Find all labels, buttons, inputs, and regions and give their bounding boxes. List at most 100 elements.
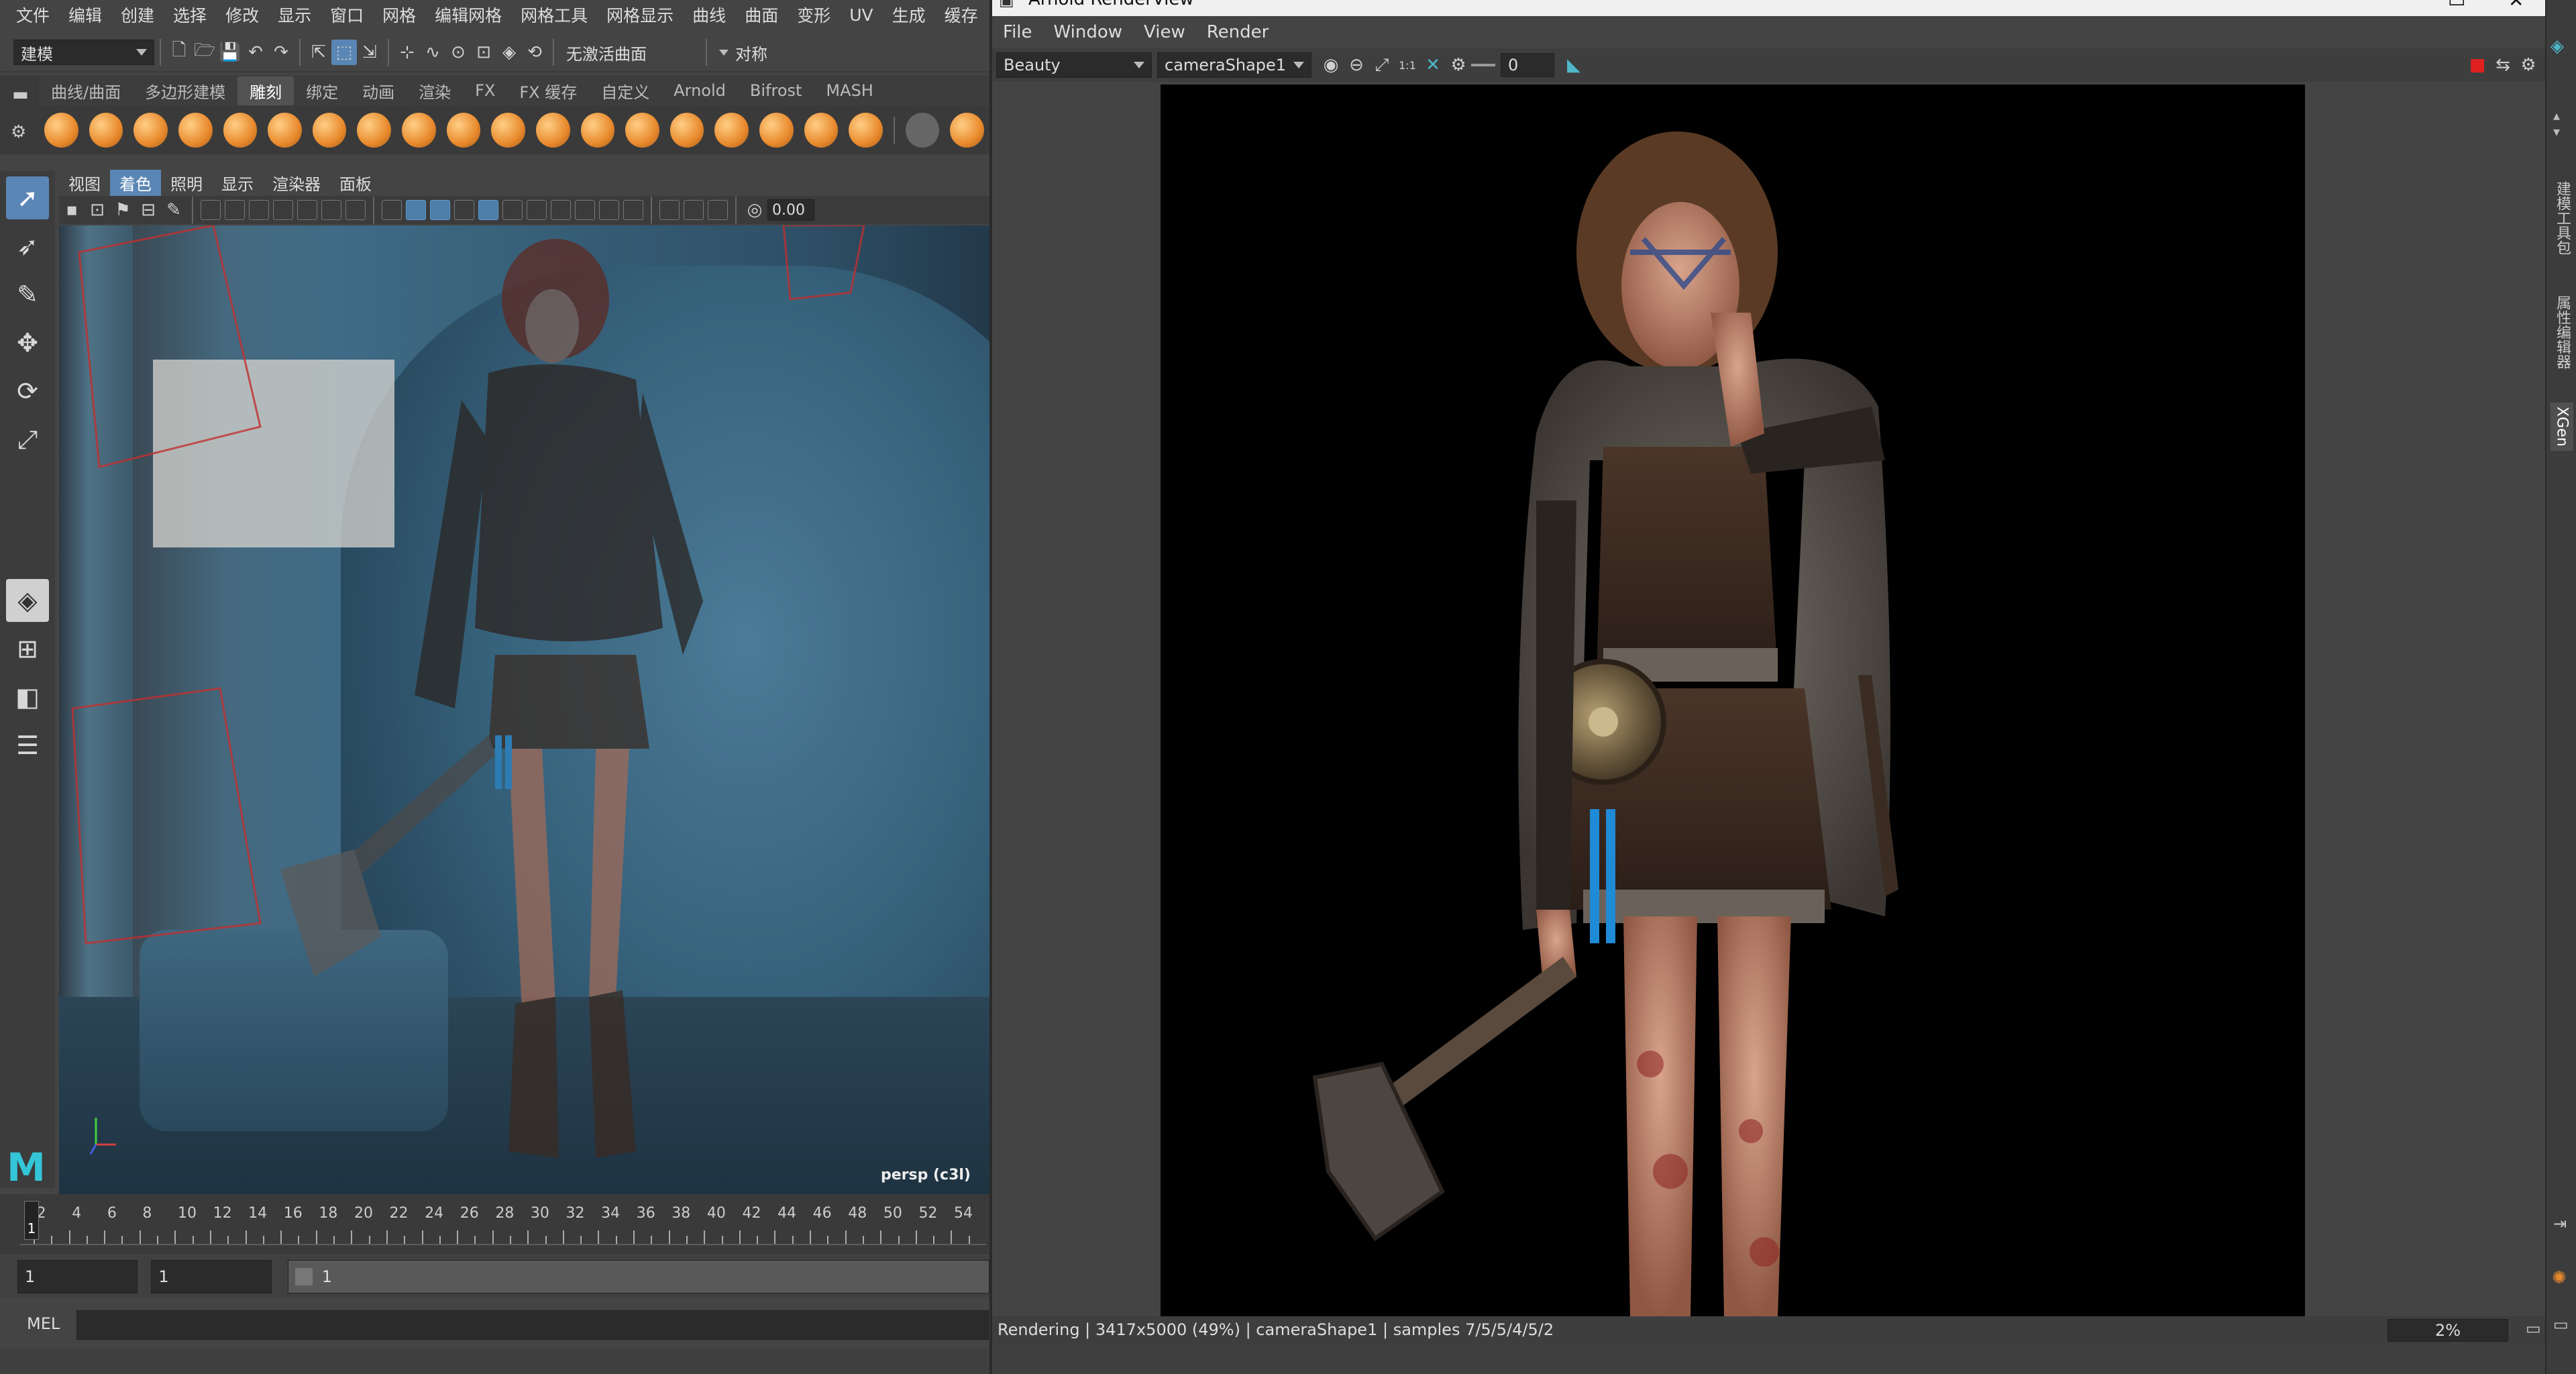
gate-mask-icon[interactable] xyxy=(273,200,293,220)
current-frame-marker[interactable]: 1 xyxy=(24,1201,39,1240)
range-slider-bar[interactable]: 1 xyxy=(287,1260,989,1293)
isolate-select-icon[interactable] xyxy=(659,200,680,220)
shelf-tab-10[interactable]: Bifrost xyxy=(738,78,814,103)
menu-item-5[interactable]: 显示 xyxy=(268,3,321,27)
camera-combo[interactable]: cameraShape1 xyxy=(1157,52,1311,78)
lasso-tool-icon[interactable]: ➶ xyxy=(6,225,49,268)
time-ruler[interactable]: 2 4 6 8 10 12 14 16 18 20 22 24 26 28 30 32 34 36 38 40 42 44… xyxy=(20,1204,986,1245)
snap-grid-icon[interactable]: ⊹ xyxy=(394,40,420,65)
field-chart-icon[interactable] xyxy=(297,200,317,220)
menu-item-15[interactable]: 生成 xyxy=(883,3,935,27)
move-tool-icon[interactable]: ✥ xyxy=(6,321,49,364)
perspective-viewport[interactable]: persp (c3l) xyxy=(59,225,989,1194)
render-region-icon[interactable]: ◉ xyxy=(1318,52,1344,78)
select-hierarchy-icon[interactable]: ⇱ xyxy=(306,40,331,65)
shelf-tab-7[interactable]: FX 缓存 xyxy=(507,76,589,105)
renderview-menu-item-3[interactable]: Render xyxy=(1196,22,1280,42)
film-gate-icon[interactable] xyxy=(225,200,245,220)
menu-item-8[interactable]: 编辑网格 xyxy=(425,3,511,27)
snap-curve-icon[interactable]: ∿ xyxy=(420,40,445,65)
panel-menu-item-4[interactable]: 渲染器 xyxy=(263,170,330,196)
safe-title-icon[interactable] xyxy=(345,200,366,220)
aov-combo[interactable]: Beauty xyxy=(996,52,1152,78)
color-picker-icon[interactable]: ◣ xyxy=(1561,52,1587,78)
dock-expand-icon[interactable]: ⇥ xyxy=(2553,1214,2567,1233)
zoom-field[interactable]: 2% xyxy=(2387,1319,2508,1342)
exposure-icon[interactable]: ◎ xyxy=(742,197,767,223)
shelf-tab-9[interactable]: Arnold xyxy=(661,78,738,103)
dock-top-icon[interactable]: ◈ xyxy=(2551,36,2564,56)
renderview-menu-item-2[interactable]: View xyxy=(1133,22,1196,42)
wax-tool-icon[interactable] xyxy=(491,113,525,148)
two-view-layout-icon[interactable]: ◧ xyxy=(6,676,49,719)
menu-item-3[interactable]: 选择 xyxy=(164,3,216,27)
stop-render-icon[interactable]: ■ xyxy=(2465,52,2490,78)
menu-item-12[interactable]: 曲面 xyxy=(735,3,788,27)
exposure-gear-icon[interactable]: ⚙ xyxy=(1446,52,1471,78)
menu-item-13[interactable]: 变形 xyxy=(788,3,840,27)
real-size-icon[interactable]: 1:1 xyxy=(1395,52,1420,78)
menu-item-6[interactable]: 窗口 xyxy=(321,3,373,27)
image-plane-icon[interactable]: ⊟ xyxy=(136,197,161,223)
knife-tool-icon[interactable] xyxy=(625,113,659,148)
shelf-tab-11[interactable]: MASH xyxy=(814,78,885,103)
shelf-tab-8[interactable]: 自定义 xyxy=(589,76,661,105)
shelf-tab-6[interactable]: FX xyxy=(463,78,507,103)
snap-surface-icon[interactable]: ◈ xyxy=(496,40,522,65)
xray-icon[interactable] xyxy=(527,200,547,220)
default-lighting-icon[interactable] xyxy=(430,200,450,220)
ambient-occlusion-icon[interactable] xyxy=(551,200,571,220)
select-component-icon[interactable]: ⇲ xyxy=(357,40,382,65)
chevron-down-icon[interactable] xyxy=(719,49,729,56)
sculpt-options-icon[interactable] xyxy=(905,113,940,148)
menu-item-4[interactable]: 修改 xyxy=(216,3,268,27)
settings-icon[interactable]: ⚙ xyxy=(2516,52,2541,78)
camera-icon[interactable]: ▪ xyxy=(59,197,85,223)
depth-of-field-icon[interactable] xyxy=(623,200,643,220)
dock-tab-attribute-editor[interactable]: 属性编辑器 xyxy=(2551,295,2573,369)
panel-menu-item-1[interactable]: 着色 xyxy=(110,169,161,196)
paint-select-tool-icon[interactable]: ✎ xyxy=(6,273,49,316)
spray-tool-icon[interactable] xyxy=(357,113,391,148)
exposure-slider[interactable] xyxy=(1471,64,1495,66)
panel-menu-item-0[interactable]: 视图 xyxy=(59,170,110,196)
two-d-pan-icon[interactable]: ✎ xyxy=(161,197,186,223)
dock-bottom-icon[interactable]: ✺ xyxy=(2552,1268,2567,1288)
fit-view-icon[interactable]: ⤢ xyxy=(1369,52,1395,78)
render-image-area[interactable] xyxy=(992,82,2548,1316)
scale-tool-icon[interactable]: ⤢ xyxy=(6,418,49,461)
sculpt-tool-icon[interactable] xyxy=(44,113,78,148)
start-frame-field[interactable]: 1 xyxy=(17,1260,138,1293)
shelf-tab-1[interactable]: 多边形建模 xyxy=(133,76,237,105)
mask-tool-icon[interactable] xyxy=(950,113,985,148)
renderview-menu-item-0[interactable]: File xyxy=(992,22,1043,42)
dock-tab-xgen[interactable]: XGen xyxy=(2551,403,2573,451)
open-scene-icon[interactable]: 🗁 xyxy=(192,40,217,65)
camera-attributes-icon[interactable]: ⊡ xyxy=(85,197,110,223)
bookmark-icon[interactable]: ⚑ xyxy=(110,197,136,223)
smear-tool-icon[interactable] xyxy=(669,113,704,148)
erase-tool-icon[interactable] xyxy=(849,113,883,148)
smooth-shade-icon[interactable] xyxy=(406,200,426,220)
menu-item-2[interactable]: 创建 xyxy=(111,3,164,27)
renderview-menu-item-1[interactable]: Window xyxy=(1043,22,1134,42)
panel-menu-item-5[interactable]: 面板 xyxy=(330,170,381,196)
imprint-tool-icon[interactable] xyxy=(446,113,481,148)
dock-scroll-icon[interactable]: ▴ ▾ xyxy=(2553,107,2560,140)
flatten-tool-icon[interactable] xyxy=(268,113,302,148)
exposure-field[interactable]: 0.00 xyxy=(767,199,814,221)
statusbar-menu-icon[interactable]: ▭ xyxy=(2526,1319,2541,1338)
crop-icon[interactable]: ✕ xyxy=(1420,52,1446,78)
range-handle[interactable] xyxy=(294,1268,313,1285)
freeze-tool-icon[interactable] xyxy=(804,113,839,148)
wireframe-icon[interactable] xyxy=(382,200,402,220)
scrape-tool-icon[interactable] xyxy=(535,113,570,148)
motion-blur-icon[interactable] xyxy=(575,200,595,220)
shelf-tab-3[interactable]: 绑定 xyxy=(294,76,350,105)
resolution-gate-icon[interactable] xyxy=(249,200,269,220)
bulge-tool-icon[interactable] xyxy=(714,113,749,148)
menu-item-0[interactable]: 文件 xyxy=(7,3,59,27)
safe-action-icon[interactable] xyxy=(321,200,341,220)
shadows-icon[interactable] xyxy=(478,200,498,220)
menu-item-14[interactable]: UV xyxy=(840,5,882,25)
